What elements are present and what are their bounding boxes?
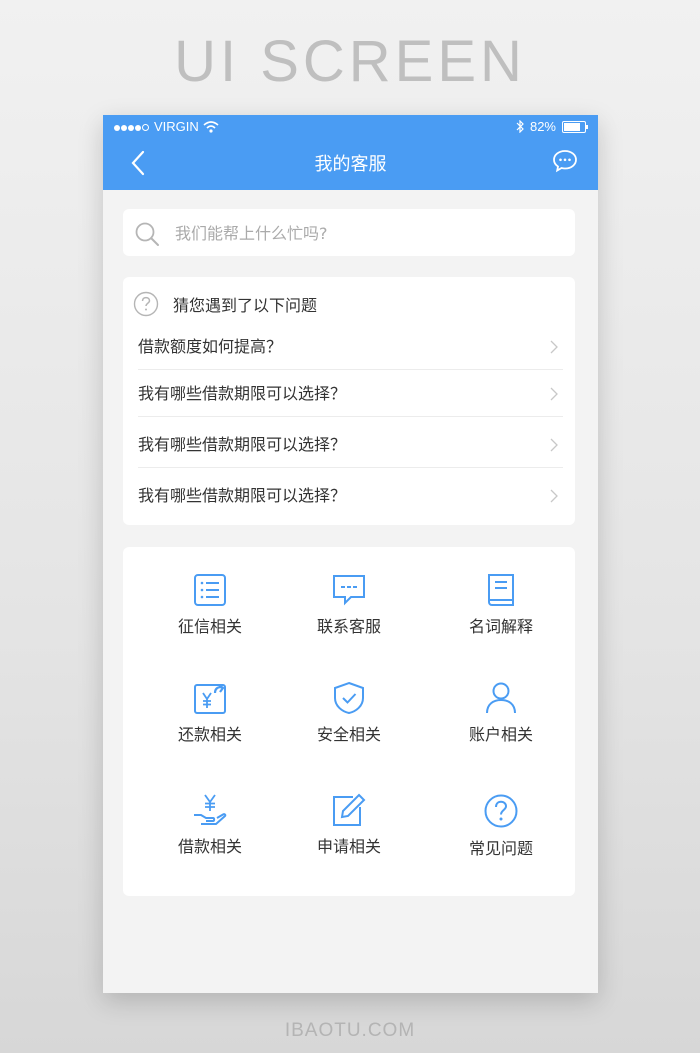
faq-item[interactable]: 我有哪些借款期限可以选择？ bbox=[138, 371, 563, 417]
category-faq[interactable]: 常见问题 bbox=[426, 793, 576, 893]
category-label: 账户相关 bbox=[468, 725, 533, 744]
chevron-right-icon bbox=[550, 387, 558, 401]
faq-item-label: 我有哪些借款期限可以选择？ bbox=[138, 435, 347, 454]
category-security[interactable]: 安全相关 bbox=[274, 681, 424, 781]
faq-item-label: 我有哪些借款期限可以选择？ bbox=[138, 486, 347, 505]
search-icon bbox=[135, 222, 159, 246]
question-icon bbox=[484, 794, 518, 828]
chat-icon[interactable] bbox=[552, 149, 578, 173]
faq-item-label: 借款额度如何提高？ bbox=[138, 337, 283, 356]
chevron-right-icon bbox=[550, 489, 558, 503]
faq-card: 猜您遇到了以下问题 借款额度如何提高？ 我有哪些借款期限可以选择？ 我有哪些借款… bbox=[123, 277, 575, 525]
yen-return-icon bbox=[194, 684, 226, 714]
battery-percent: 82% bbox=[529, 119, 556, 134]
category-label: 联系客服 bbox=[316, 617, 381, 636]
category-grid: 征信相关 联系客服 名词解释 还款相关 安全相关 账户相关 借款相关 申请相关 … bbox=[123, 547, 575, 896]
yen-hand-icon bbox=[194, 794, 227, 825]
category-loan[interactable]: 借款相关 bbox=[135, 793, 285, 893]
faq-item[interactable]: 我有哪些借款期限可以选择？ bbox=[138, 473, 563, 519]
book-icon bbox=[488, 574, 514, 606]
category-account[interactable]: 账户相关 bbox=[426, 681, 576, 781]
question-circle-icon bbox=[133, 291, 159, 317]
category-credit[interactable]: 征信相关 bbox=[135, 573, 285, 673]
category-label: 常见问题 bbox=[468, 839, 533, 858]
category-label: 申请相关 bbox=[316, 837, 381, 856]
chevron-right-icon bbox=[550, 340, 558, 354]
page-title: 我的客服 bbox=[314, 154, 387, 175]
faq-heading: 猜您遇到了以下问题 bbox=[133, 291, 317, 317]
faq-item[interactable]: 借款额度如何提高？ bbox=[138, 324, 563, 370]
carrier-name: VIRGIN bbox=[154, 119, 199, 134]
search-input[interactable] bbox=[173, 217, 557, 249]
list-icon bbox=[194, 574, 226, 606]
bluetooth-icon bbox=[516, 120, 524, 133]
category-label: 借款相关 bbox=[177, 837, 242, 856]
category-contact-service[interactable]: 联系客服 bbox=[274, 573, 424, 673]
category-glossary[interactable]: 名词解释 bbox=[426, 573, 576, 673]
faq-item-label: 我有哪些借款期限可以选择？ bbox=[138, 384, 347, 403]
faq-heading-label: 猜您遇到了以下问题 bbox=[173, 296, 318, 315]
app-bar: VIRGIN 82% 我的客服 bbox=[103, 115, 598, 190]
phone-screen: VIRGIN 82% 我的客服 猜您遇到了以下问题 借款额度如何提高？ 我 bbox=[103, 115, 598, 993]
category-application[interactable]: 申请相关 bbox=[274, 793, 424, 893]
poster-headline: UI SCREEN bbox=[174, 29, 526, 94]
category-label: 名词解释 bbox=[468, 617, 533, 636]
poster-footer: IBAOTU.COM bbox=[284, 1020, 416, 1041]
category-label: 安全相关 bbox=[316, 725, 381, 744]
wifi-icon bbox=[203, 120, 219, 133]
category-label: 征信相关 bbox=[177, 617, 242, 636]
edit-icon bbox=[333, 793, 366, 826]
search-bar bbox=[123, 209, 575, 256]
category-repayment[interactable]: 还款相关 bbox=[135, 681, 285, 781]
category-label: 还款相关 bbox=[177, 725, 242, 744]
signal-dots-icon bbox=[114, 119, 150, 134]
user-icon bbox=[486, 682, 516, 714]
shield-icon bbox=[334, 681, 364, 715]
battery-icon bbox=[562, 120, 588, 133]
status-bar: VIRGIN 82% bbox=[103, 115, 598, 139]
chevron-right-icon bbox=[550, 438, 558, 452]
chat-bubble-icon bbox=[333, 575, 365, 606]
faq-item[interactable]: 我有哪些借款期限可以选择？ bbox=[138, 422, 563, 468]
